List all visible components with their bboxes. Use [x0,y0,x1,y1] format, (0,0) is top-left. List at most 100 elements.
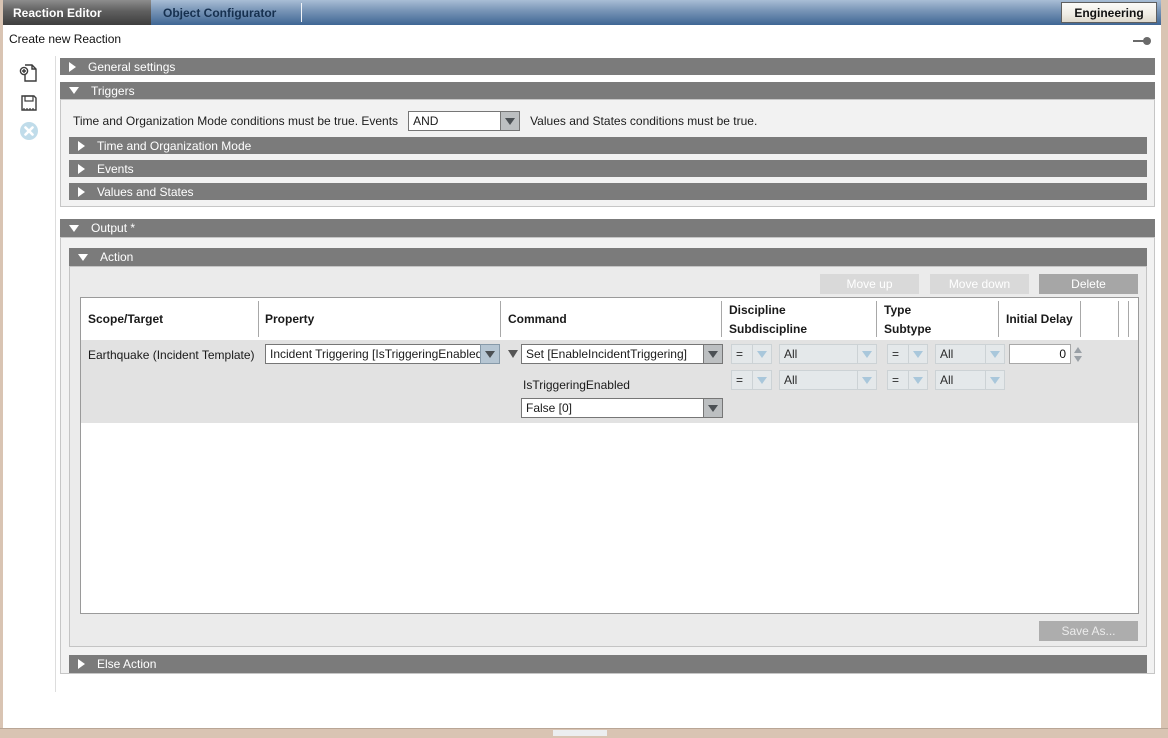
new-reaction-button[interactable] [17,61,41,85]
dropdown-button [985,370,1005,390]
application-frame: Reaction Editor Object Configurator Engi… [0,0,1168,738]
save-button[interactable] [17,91,41,115]
dropdown-button[interactable] [500,111,521,131]
action-table: Scope/Target Property Command Discipline… [80,297,1139,614]
discipline-combobox: All [779,344,877,364]
row-expander-icon[interactable] [508,350,518,358]
column-divider [721,301,722,337]
condition-text-left: Time and Organization Mode conditions mu… [73,114,399,128]
command-value[interactable]: Set [EnableIncidentTriggering] [521,344,703,364]
discard-icon [20,122,38,140]
section-action-label: Action [100,250,134,264]
type-operator-value: = [887,370,908,390]
type-combobox: All [935,370,1005,390]
events-operator-combobox[interactable]: AND [408,111,521,131]
tab-reaction-editor-label: Reaction Editor [13,5,102,20]
tab-object-configurator[interactable]: Object Configurator [155,0,301,25]
column-divider [500,301,501,337]
delete-label: Delete [1071,277,1106,291]
chevron-down-icon [485,350,495,358]
section-else-action[interactable]: Else Action [69,655,1147,673]
column-header-type: Type [884,303,912,317]
type-operator-combobox: = [887,370,928,390]
toolbar: Create new Reaction [3,25,1161,53]
engineering-mode-label: Engineering [1074,5,1144,20]
move-up-button[interactable]: Move up [820,274,919,294]
new-reaction-icon [19,64,37,82]
chevron-down-icon [862,376,872,384]
action-panel: Move up Move down Delete Scope/Target Pr… [69,266,1147,647]
column-header-scope-target: Scope/Target [88,312,164,326]
dropdown-button[interactable] [703,344,723,364]
collapsed-triangle-icon [78,140,85,151]
property-value-combobox[interactable]: False [0] [521,398,723,418]
section-output[interactable]: Output * [60,219,1155,237]
section-general-settings[interactable]: General settings [60,58,1155,75]
triggers-panel: Time and Organization Mode conditions mu… [60,99,1155,207]
chevron-down-icon [862,350,872,358]
spinner-down-icon[interactable] [1074,355,1082,362]
section-general-settings-label: General settings [88,59,176,74]
type-combobox: All [935,344,1005,364]
tab-bar: Reaction Editor Object Configurator Engi… [3,0,1161,25]
section-output-label: Output * [91,221,136,235]
section-time-organization-mode[interactable]: Time and Organization Mode [69,137,1147,154]
section-else-action-label: Else Action [97,657,157,671]
body-area: General settings Triggers Time and Organ… [3,53,1161,729]
splitter-handle[interactable] [553,730,607,736]
section-time-organization-mode-label: Time and Organization Mode [97,138,252,153]
chevron-down-icon [757,350,767,358]
tab-reaction-editor[interactable]: Reaction Editor [3,0,151,25]
expanded-triangle-icon [78,253,88,261]
pin-icon[interactable] [1133,37,1151,45]
section-values-states[interactable]: Values and States [69,183,1147,200]
dropdown-button[interactable] [703,398,723,418]
discipline-value: All [779,344,857,364]
column-header-discipline: Discipline [729,303,786,317]
property-value-selection[interactable]: False [0] [521,398,703,418]
discipline-operator-value: = [731,370,752,390]
property-combobox[interactable]: Incident Triggering [IsTriggeringEnabled… [265,344,500,364]
chevron-down-icon [708,350,718,358]
events-operator-value[interactable]: AND [408,111,501,131]
type-operator-combobox: = [887,344,928,364]
property-value[interactable]: Incident Triggering [IsTriggeringEnabled… [265,344,480,364]
type-operator-value: = [887,344,908,364]
delete-button[interactable]: Delete [1039,274,1138,294]
engineering-mode-button[interactable]: Engineering [1061,2,1157,23]
chevron-down-icon [757,376,767,384]
discipline-operator-combobox: = [731,344,772,364]
save-as-button[interactable]: Save As... [1039,621,1138,641]
output-panel: Action Move up Move down Delete Scope/Ta… [60,237,1155,674]
collapsed-triangle-icon [78,163,85,174]
chevron-down-icon [505,117,516,125]
column-divider [1128,301,1129,337]
move-down-button[interactable]: Move down [930,274,1029,294]
collapsed-triangle-icon [69,61,76,72]
page-title: Create new Reaction [9,32,122,46]
sub-property-label: IsTriggeringEnabled [523,378,630,392]
trigger-condition-row: Time and Organization Mode conditions mu… [73,110,757,132]
section-events[interactable]: Events [69,160,1147,177]
discard-button[interactable] [17,119,41,143]
section-values-states-label: Values and States [97,184,194,199]
dropdown-button[interactable] [480,344,500,364]
initial-delay-input[interactable] [1009,344,1071,364]
main-window: Reaction Editor Object Configurator Engi… [3,0,1161,729]
tab-separator [301,3,302,22]
dropdown-button [857,344,877,364]
dropdown-button [752,370,772,390]
chevron-down-icon [708,404,718,412]
collapsed-triangle-icon [78,659,85,669]
discipline-value: All [779,370,857,390]
initial-delay-spinner[interactable] [1072,344,1084,364]
section-action[interactable]: Action [69,248,1147,266]
section-triggers[interactable]: Triggers [60,82,1155,99]
discipline-operator-value: = [731,344,752,364]
command-combobox[interactable]: Set [EnableIncidentTriggering] [521,344,723,364]
section-triggers-label: Triggers [91,83,135,98]
chevron-down-icon [990,376,1000,384]
column-header-command: Command [508,312,567,326]
dropdown-button [985,344,1005,364]
spinner-up-icon[interactable] [1074,346,1082,353]
